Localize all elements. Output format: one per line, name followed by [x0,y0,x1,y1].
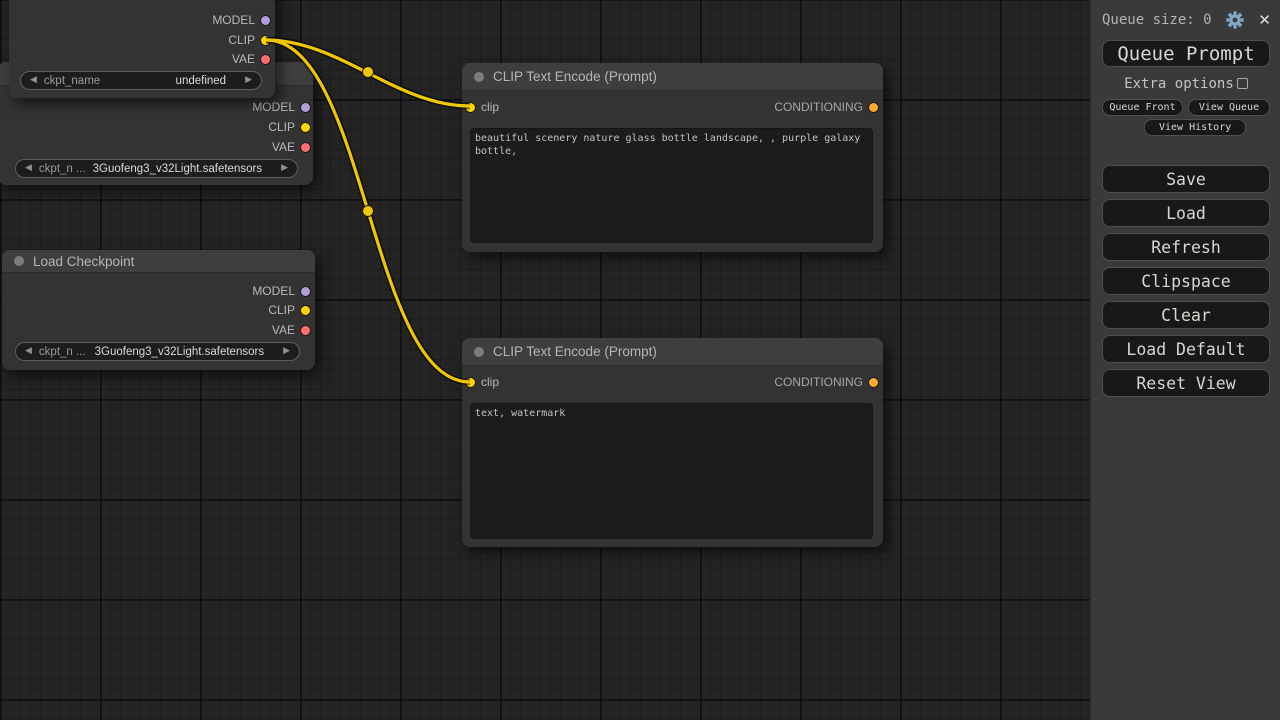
settings-gear-icon[interactable] [1226,11,1244,29]
slot-label: CONDITIONING [774,100,863,114]
queue-size-status: Queue size: 0 [1102,12,1212,28]
save-button[interactable]: Save [1102,165,1270,193]
node-title: Load Checkpoint [33,254,134,269]
combo-left-arrow-icon[interactable]: ◀ [25,347,32,356]
slot-label: clip [481,100,499,114]
node-title-bar[interactable]: CLIP Text Encode (Prompt) [462,338,883,366]
widget-name: ckpt_n ... [39,163,86,175]
clip-input-dot[interactable] [466,103,475,112]
clip-text-encode-node-positive[interactable]: CLIP Text Encode (Prompt) clip CONDITION… [462,63,883,252]
clip-input-slot[interactable]: clip [466,372,499,392]
slot-label: CLIP [228,33,255,47]
widget-value: undefined [176,75,227,87]
model-output-slot[interactable]: MODEL [252,281,310,301]
ckpt-name-combo-widget[interactable]: ◀ ckpt_n ... 3Guofeng3_v32Light.safetens… [15,159,298,178]
view-history-button[interactable]: View History [1144,119,1246,136]
combo-right-arrow-icon[interactable]: ▶ [245,76,252,85]
load-button[interactable]: Load [1102,199,1270,227]
widget-value: 3Guofeng3_v32Light.safetensors [95,346,264,358]
node-title-bar[interactable]: Load Checkpoint [2,250,315,273]
combo-right-arrow-icon[interactable]: ▶ [281,164,288,173]
load-checkpoint-node-top[interactable]: MODEL CLIP VAE ◀ ckpt_name undefined ▶ [9,0,275,98]
slot-label: VAE [272,140,295,154]
clip-output-dot[interactable] [301,123,310,132]
view-queue-button[interactable]: View Queue [1188,99,1270,116]
extra-options-row: Extra options [1091,76,1280,92]
link-midpoint-dot [363,67,374,78]
clipspace-button[interactable]: Clipspace [1102,267,1270,295]
clip-input-dot[interactable] [466,378,475,387]
widget-name: ckpt_n ... [39,346,86,358]
slot-label: VAE [232,52,255,66]
queue-prompt-button[interactable]: Queue Prompt [1102,40,1270,67]
model-output-slot[interactable]: MODEL [252,97,310,117]
reset-view-button[interactable]: Reset View [1102,369,1270,397]
conditioning-output-dot[interactable] [869,103,878,112]
conditioning-output-slot[interactable]: CONDITIONING [774,97,878,117]
model-output-dot[interactable] [261,16,270,25]
slot-label: MODEL [252,100,295,114]
slot-label: VAE [272,323,295,337]
node-title-bar[interactable]: CLIP Text Encode (Prompt) [462,63,883,91]
conditioning-output-slot[interactable]: CONDITIONING [774,372,878,392]
node-title: CLIP Text Encode (Prompt) [493,344,657,359]
prompt-textarea[interactable]: beautiful scenery nature glass bottle la… [470,128,873,243]
model-output-dot[interactable] [301,287,310,296]
widget-value: 3Guofeng3_v32Light.safetensors [93,163,262,175]
slot-label: CLIP [268,303,295,317]
widget-name: ckpt_name [44,75,100,87]
conditioning-output-dot[interactable] [869,378,878,387]
slot-label: CONDITIONING [774,375,863,389]
queue-front-button[interactable]: Queue Front [1102,99,1183,116]
vae-output-slot[interactable]: VAE [232,49,270,69]
slot-label: clip [481,375,499,389]
close-icon[interactable]: ✕ [1258,11,1271,29]
vae-output-slot[interactable]: VAE [272,137,310,157]
combo-left-arrow-icon[interactable]: ◀ [25,164,32,173]
extra-options-label: Extra options [1124,76,1234,92]
model-output-slot[interactable]: MODEL [212,10,270,30]
combo-right-arrow-icon[interactable]: ▶ [283,347,290,356]
prompt-textarea[interactable]: text, watermark [470,403,873,539]
vae-output-dot[interactable] [301,143,310,152]
clip-output-slot[interactable]: CLIP [268,117,310,137]
combo-left-arrow-icon[interactable]: ◀ [30,76,37,85]
clip-output-slot[interactable]: CLIP [228,30,270,50]
comfy-menu-panel: Queue size: 0 ✕ Queue Prompt Extra optio… [1090,0,1280,720]
slot-label: MODEL [252,284,295,298]
clip-text-encode-node-negative[interactable]: CLIP Text Encode (Prompt) clip CONDITION… [462,338,883,547]
slot-label: MODEL [212,13,255,27]
vae-output-dot[interactable] [301,326,310,335]
refresh-button[interactable]: Refresh [1102,233,1270,261]
node-title: CLIP Text Encode (Prompt) [493,69,657,84]
clip-output-dot[interactable] [301,306,310,315]
collapse-toggle-icon[interactable] [474,347,484,357]
extra-options-checkbox[interactable] [1237,78,1248,89]
collapse-toggle-icon[interactable] [474,72,484,82]
slot-label: CLIP [268,120,295,134]
link-midpoint-dot [363,206,374,217]
ckpt-name-combo-widget[interactable]: ◀ ckpt_name undefined ▶ [20,71,262,90]
model-output-dot[interactable] [301,103,310,112]
load-default-button[interactable]: Load Default [1102,335,1270,363]
clip-output-dot[interactable] [261,36,270,45]
load-checkpoint-node-bottom[interactable]: Load Checkpoint MODEL CLIP VAE ◀ ckpt_n … [2,250,315,370]
vae-output-dot[interactable] [261,55,270,64]
clear-button[interactable]: Clear [1102,301,1270,329]
vae-output-slot[interactable]: VAE [272,320,310,340]
clip-output-slot[interactable]: CLIP [268,300,310,320]
clip-input-slot[interactable]: clip [466,97,499,117]
collapse-toggle-icon[interactable] [14,256,24,266]
node-graph-canvas[interactable]: MODEL CLIP VAE ◀ ckpt_n ... 3Guofeng3_v3… [0,0,1090,720]
ckpt-name-combo-widget[interactable]: ◀ ckpt_n ... 3Guofeng3_v32Light.safetens… [15,342,300,361]
